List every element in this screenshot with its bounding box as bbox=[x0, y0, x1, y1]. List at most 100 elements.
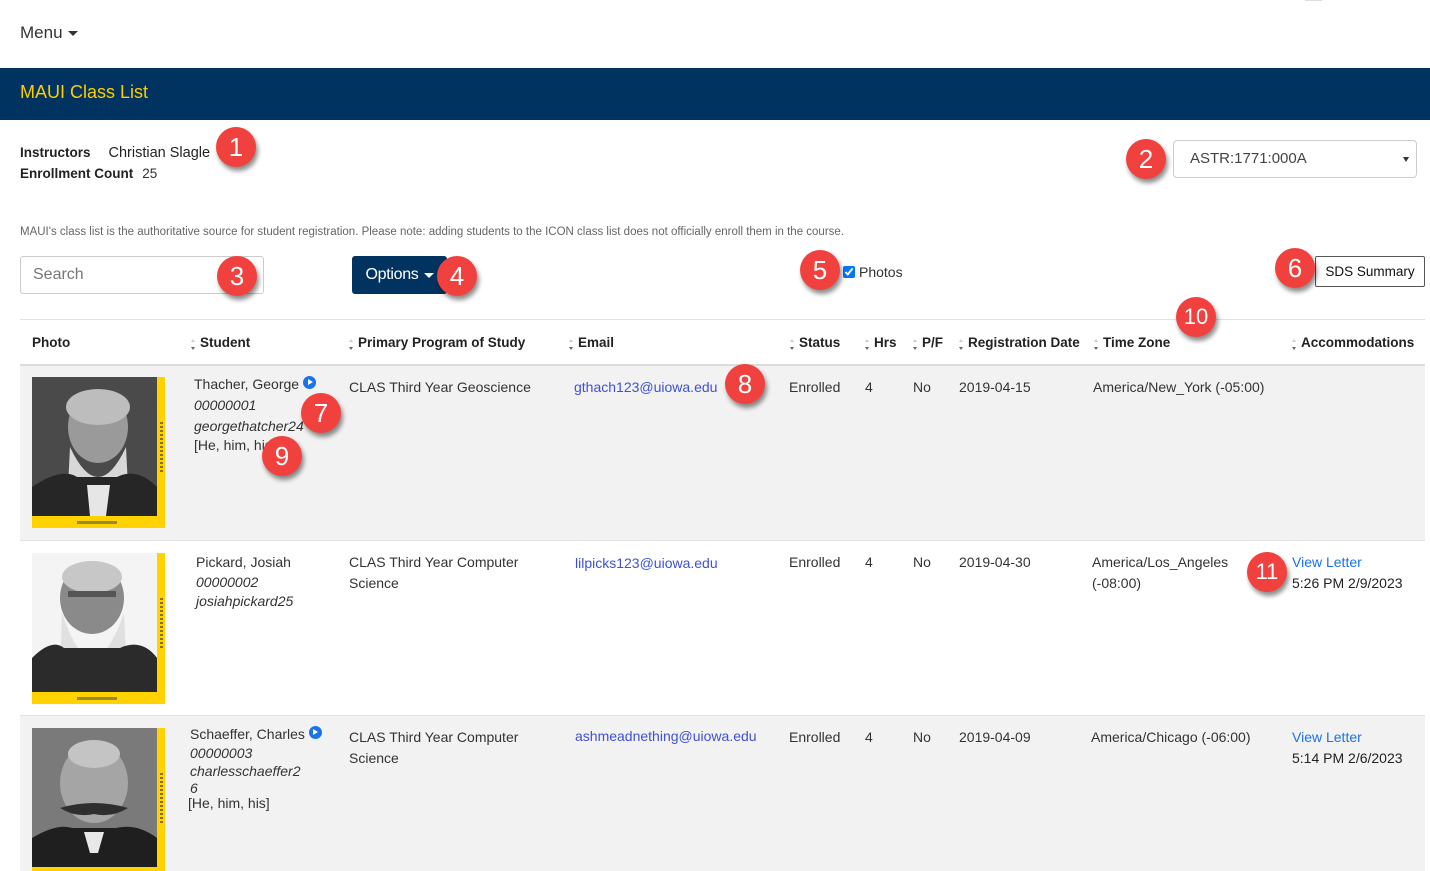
page-banner: MAUI Class List bbox=[0, 68, 1430, 120]
play-circle-icon[interactable] bbox=[303, 375, 317, 389]
instructors-value: Christian Slagle bbox=[108, 144, 211, 161]
student-info: Schaeffer, Charles 00000003 charlesschae… bbox=[188, 724, 322, 811]
status-cell: Enrolled bbox=[789, 729, 841, 745]
menu-label: Menu bbox=[20, 23, 63, 42]
callout-badge: 9 bbox=[262, 436, 302, 476]
letter-timestamp: 5:26 PM 2/9/2023 bbox=[1292, 575, 1403, 591]
column-header-email[interactable]: Email bbox=[569, 335, 614, 350]
course-meta: Instructors Christian Slagle Enrollment … bbox=[20, 142, 210, 184]
column-header-accommodations[interactable]: Accommodations bbox=[1292, 335, 1414, 350]
header-label: Photo bbox=[32, 335, 71, 350]
section-select[interactable]: ASTR:1771:000A bbox=[1173, 140, 1417, 178]
photo-watermark bbox=[160, 422, 163, 472]
enrollment-label: Enrollment Count bbox=[20, 166, 134, 181]
student-photo bbox=[32, 728, 165, 871]
portrait-image bbox=[32, 728, 157, 867]
callout-badge: 8 bbox=[725, 364, 765, 404]
hrs-cell: 4 bbox=[865, 379, 873, 395]
hrs-cell: 4 bbox=[865, 729, 873, 745]
header-label: Registration Date bbox=[968, 335, 1080, 350]
divider bbox=[1305, 0, 1322, 1]
enrollment-value: 25 bbox=[142, 166, 158, 181]
view-letter-link[interactable]: View Letter bbox=[1292, 729, 1362, 745]
play-circle-icon[interactable] bbox=[308, 725, 322, 739]
column-header-registration-date[interactable]: Registration Date bbox=[959, 335, 1080, 350]
time-zone-cell: America/Chicago (-06:00) bbox=[1091, 729, 1251, 745]
hrs-cell: 4 bbox=[865, 554, 873, 570]
program-cell: CLAS Third Year Computer Science bbox=[349, 552, 518, 594]
program-line: Science bbox=[349, 750, 399, 766]
menu-dropdown-toggle[interactable]: Menu bbox=[20, 23, 78, 43]
sort-icon bbox=[569, 338, 573, 350]
column-header-hrs[interactable]: Hrs bbox=[865, 335, 897, 350]
sort-icon bbox=[865, 338, 869, 350]
student-username: georgethatcher24 bbox=[194, 418, 304, 434]
student-name: Thacher, George bbox=[194, 376, 300, 392]
program-line: CLAS Third Year Computer bbox=[349, 554, 519, 570]
student-username: josiahpickard25 bbox=[196, 593, 294, 609]
class-list-table: Photo Student Primary Program of Study E… bbox=[20, 319, 1425, 871]
student-name: Schaeffer, Charles bbox=[190, 726, 305, 742]
header-label: Time Zone bbox=[1103, 335, 1171, 350]
callout-badge: 2 bbox=[1126, 139, 1166, 179]
email-link[interactable]: gthach123@uiowa.edu bbox=[574, 377, 717, 398]
instructors-row: Instructors Christian Slagle bbox=[20, 142, 210, 163]
callout-badge: 5 bbox=[800, 250, 840, 290]
column-header-status[interactable]: Status bbox=[790, 335, 840, 350]
options-label: Options bbox=[365, 266, 419, 283]
student-photo bbox=[32, 377, 165, 528]
callout-badge: 7 bbox=[301, 393, 341, 433]
student-info: Thacher, George 00000001 georgethatcher2… bbox=[194, 374, 317, 454]
student-info: Pickard, Josiah 00000002 josiahpickard25 bbox=[196, 552, 293, 611]
options-dropdown-button[interactable]: Options bbox=[352, 256, 447, 294]
sort-icon bbox=[1292, 338, 1296, 350]
photo-watermark bbox=[160, 598, 163, 648]
accommodations-cell: View Letter 5:26 PM 2/9/2023 bbox=[1292, 552, 1403, 594]
column-header-student[interactable]: Student bbox=[191, 335, 250, 350]
enrollment-row: Enrollment Count 25 bbox=[20, 163, 210, 184]
registration-notice: MAUI's class list is the authoritative s… bbox=[20, 226, 844, 238]
time-zone-cell: America/Los_Angeles (-08:00) bbox=[1092, 552, 1228, 594]
sort-icon bbox=[191, 338, 195, 350]
letter-timestamp: 5:14 PM 2/6/2023 bbox=[1292, 750, 1403, 766]
page-title: MAUI Class List bbox=[20, 82, 149, 102]
time-zone-cell: America/New_York (-05:00) bbox=[1093, 379, 1265, 395]
callout-badge: 10 bbox=[1176, 297, 1216, 337]
program-line: Science bbox=[349, 575, 399, 591]
callout-badge: 6 bbox=[1275, 248, 1315, 288]
student-photo bbox=[32, 553, 165, 704]
column-header-photo: Photo bbox=[32, 335, 70, 350]
program-cell: CLAS Third Year Geoscience bbox=[349, 379, 531, 395]
pf-cell: No bbox=[913, 729, 931, 745]
sort-icon bbox=[913, 338, 917, 350]
header-label: Accommodations bbox=[1301, 335, 1415, 350]
portrait-image bbox=[32, 377, 157, 516]
student-name-row: Schaeffer, Charles bbox=[190, 724, 322, 745]
sort-icon bbox=[959, 338, 963, 350]
callout-badge: 4 bbox=[437, 256, 477, 296]
registration-date-cell: 2019-04-30 bbox=[959, 554, 1031, 570]
photos-toggle[interactable]: Photos bbox=[843, 264, 903, 280]
view-letter-link[interactable]: View Letter bbox=[1292, 554, 1362, 570]
header-label: Student bbox=[200, 335, 251, 350]
header-label: Hrs bbox=[874, 335, 897, 350]
column-header-pf[interactable]: P/F bbox=[913, 335, 943, 350]
header-label: Status bbox=[799, 335, 841, 350]
table-header: Photo Student Primary Program of Study E… bbox=[20, 319, 1425, 366]
photo-caption bbox=[77, 521, 117, 524]
callout-badge: 11 bbox=[1247, 552, 1287, 592]
column-header-time-zone[interactable]: Time Zone bbox=[1094, 335, 1170, 350]
student-pronouns: [He, him, his] bbox=[188, 795, 270, 811]
program-cell: CLAS Third Year Computer Science bbox=[349, 727, 518, 769]
callout-badge: 3 bbox=[217, 256, 257, 296]
sort-icon bbox=[1094, 338, 1098, 350]
photos-checkbox[interactable] bbox=[843, 266, 855, 278]
sds-summary-button[interactable]: SDS Summary bbox=[1315, 256, 1425, 287]
table-row: Schaeffer, Charles 00000003 charlesschae… bbox=[20, 716, 1425, 871]
table-row: Thacher, George 00000001 georgethatcher2… bbox=[20, 366, 1425, 541]
status-cell: Enrolled bbox=[789, 554, 841, 570]
email-link[interactable]: lilpicks123@uiowa.edu bbox=[575, 553, 718, 574]
email-link[interactable]: ashmeadnething@uiowa.edu bbox=[575, 726, 757, 747]
column-header-program[interactable]: Primary Program of Study bbox=[349, 335, 525, 350]
header-label: P/F bbox=[922, 335, 944, 350]
